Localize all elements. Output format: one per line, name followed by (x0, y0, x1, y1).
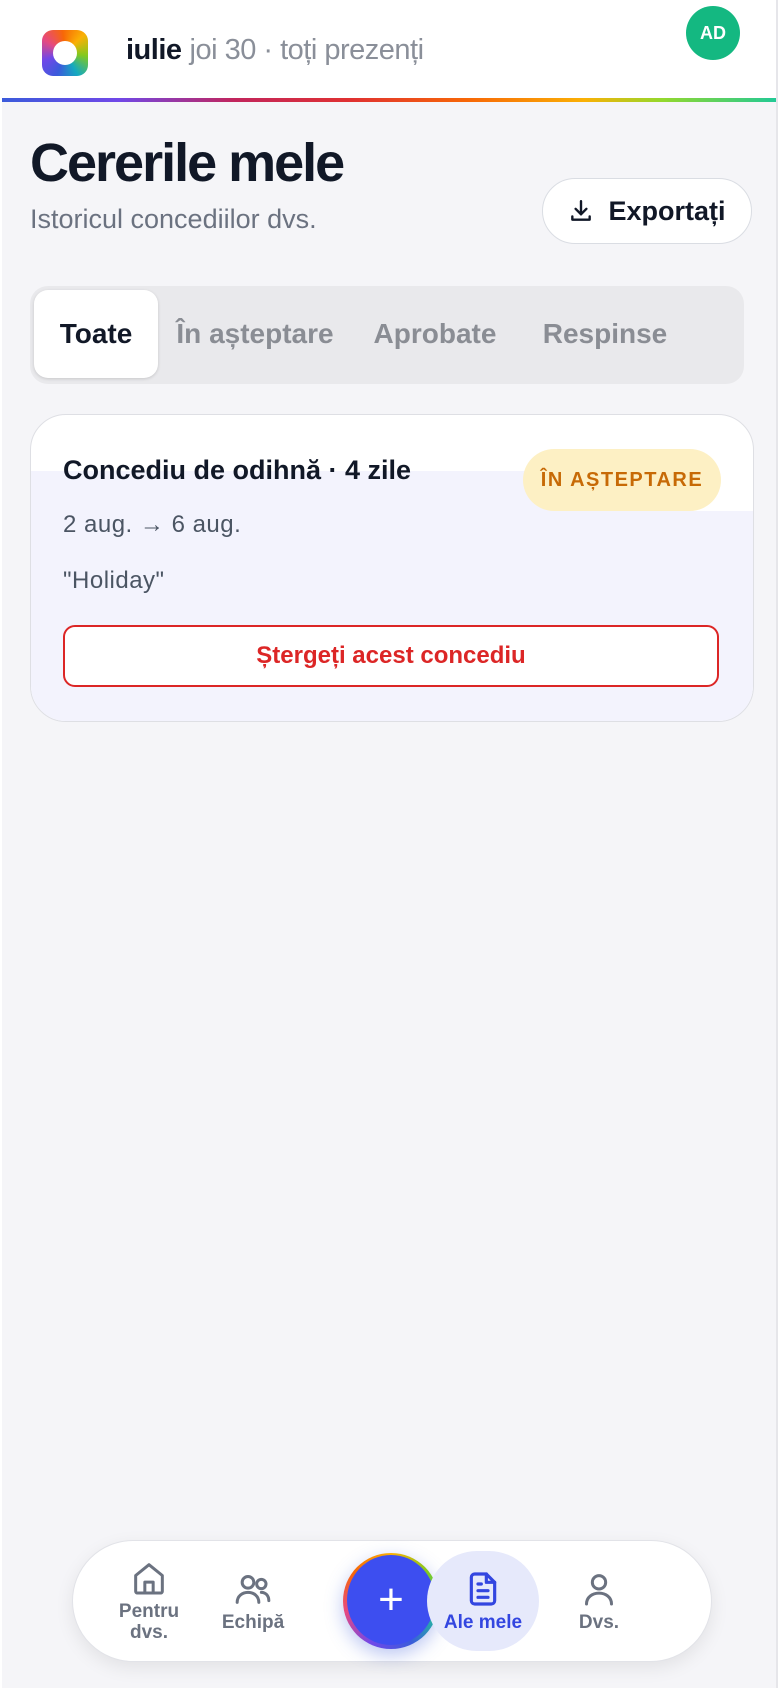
download-icon (571, 200, 592, 221)
export-button[interactable]: Exportați (542, 178, 752, 244)
tab-all[interactable]: Toate (34, 290, 158, 378)
tab-approved[interactable]: Aprobate (360, 290, 510, 378)
avatar[interactable]: AD (686, 6, 740, 60)
header-status: joi 30 · toți prezenți (189, 34, 425, 66)
app-logo-icon[interactable] (42, 30, 88, 76)
app-container: iulie joi 30 · toți prezenți AD Cererile … (2, 0, 778, 1688)
nav-label-for-you: Pentru dvs. (118, 1601, 180, 1643)
document-icon (469, 1571, 497, 1606)
nav-label-mine: Ale mele (443, 1611, 523, 1633)
nav-label-you: Dvs. (578, 1611, 620, 1633)
home-icon (134, 1563, 164, 1595)
tab-rejected[interactable]: Respinse (530, 290, 680, 378)
page-subtitle: Istoricul concediilor dvs. (30, 204, 317, 234)
user-icon (585, 1573, 613, 1606)
request-title: Concediu de odihnă · 4 zile (63, 455, 412, 485)
users-icon (235, 1574, 271, 1604)
screen: iulie joi 30 · toți prezenți AD Cererile … (0, 0, 780, 1688)
delete-leave-button[interactable]: Ștergeți acest concediu (63, 625, 719, 687)
header-month: iulie (126, 34, 182, 66)
tab-pending[interactable]: În așteptare (170, 290, 340, 378)
nav-label-team: Echipă (221, 1611, 285, 1633)
status-badge: ÎN AȘTEPTARE (523, 449, 721, 511)
request-dates: 2 aug. → 6 aug. (63, 511, 242, 538)
top-header: iulie joi 30 · toți prezenți AD (2, 0, 776, 102)
add-request-button[interactable]: + (343, 1553, 439, 1649)
export-label: Exportați (608, 195, 726, 226)
nav-item-you[interactable]: Dvs. (543, 1551, 655, 1651)
plus-icon: + (347, 1555, 435, 1645)
filter-tabs: Toate În așteptare Aprobate Respinse (30, 286, 744, 384)
nav-item-for-you[interactable]: Pentru dvs. (93, 1551, 205, 1651)
header-date-status: iulie joi 30 · toți prezenți (126, 34, 424, 67)
header-accent-line (2, 98, 776, 102)
request-note: "Holiday" (63, 567, 165, 594)
nav-item-mine[interactable]: Ale mele (427, 1551, 539, 1651)
request-card[interactable]: Concediu de odihnă · 4 zile ÎN AȘTEPTARE… (30, 414, 754, 722)
nav-item-team[interactable]: Echipă (197, 1551, 309, 1651)
bottom-nav: Pentru dvs. Echipă + Ale mele Dvs. (72, 1540, 712, 1662)
page-title: Cererile mele (30, 133, 345, 193)
